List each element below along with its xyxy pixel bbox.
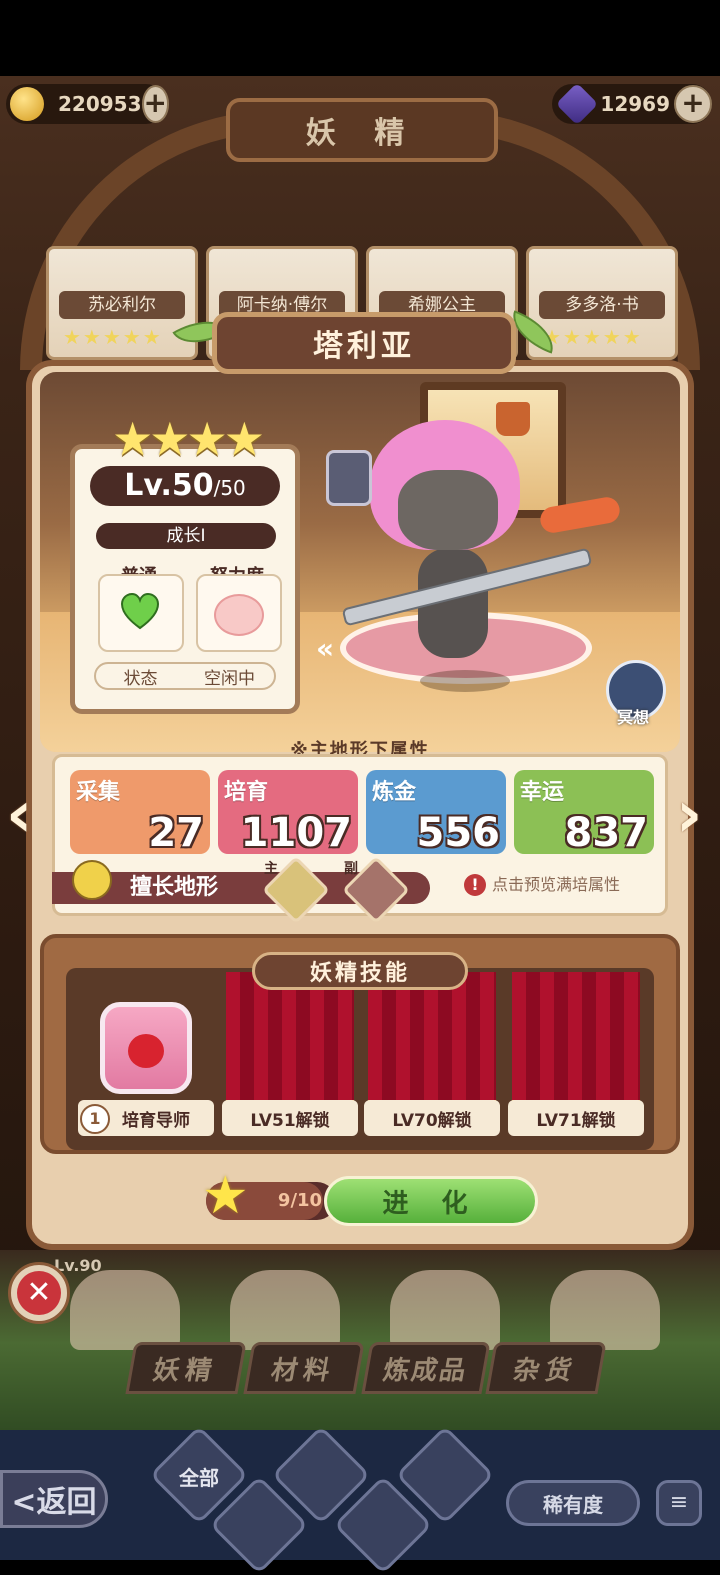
coin-counter: 220953 + — [6, 84, 169, 124]
evolve-button[interactable]: 进 化 — [324, 1176, 538, 1226]
attr-name: 采集 — [76, 780, 121, 805]
skills-title: 妖精技能 — [252, 952, 468, 990]
locked-skill-curtain — [368, 972, 496, 1108]
terrain-label: 擅长地形 — [130, 875, 219, 900]
skill-label-text: 培育导师 — [122, 1110, 190, 1131]
tab-fairy[interactable]: 妖精 — [125, 1342, 247, 1394]
attr-name: 幸运 — [520, 780, 565, 805]
close-icon: ✕ — [17, 1271, 61, 1315]
attr-value: 27 — [148, 810, 204, 854]
level-value: Lv.50 — [124, 468, 214, 503]
effort-face-icon — [214, 594, 264, 636]
add-coins-button[interactable]: + — [141, 85, 169, 123]
gem-icon — [555, 82, 599, 126]
next-fairy-button[interactable]: › — [676, 782, 716, 852]
meditate-label: 冥想 — [616, 708, 649, 727]
attr-name: 炼金 — [372, 780, 417, 805]
skill-label: LV70解锁 — [364, 1100, 500, 1136]
tab-products[interactable]: 炼成品 — [361, 1342, 491, 1394]
growth-tag: 成长I — [96, 523, 276, 549]
attr-alchemy: 炼金 556 — [366, 770, 506, 854]
preview-max-attributes-link[interactable]: 点击预览满培属性 — [492, 872, 620, 898]
star-icon: ★ — [202, 1166, 249, 1226]
attr-luck: 幸运 837 — [514, 770, 654, 854]
fairy-portrait[interactable] — [390, 1270, 500, 1350]
attr-nurture: 培育 1107 — [218, 770, 358, 854]
roster-card[interactable]: 苏必利尔 ★★★★★ — [46, 246, 198, 360]
page-title: 妖 精 — [226, 98, 498, 162]
attr-gather: 采集 27 — [70, 770, 210, 854]
fairy-portrait[interactable] — [550, 1270, 660, 1350]
rarity-sort-button[interactable]: 稀有度 — [506, 1480, 640, 1526]
fairy-character-face — [398, 470, 498, 550]
attr-name: 培育 — [224, 780, 269, 805]
heart-icon — [120, 592, 160, 630]
collapse-arrow-icon[interactable]: « — [316, 632, 346, 665]
roster-card-stars: ★★★★★ — [543, 325, 643, 349]
level-max: /50 — [213, 476, 246, 500]
tomato-icon — [128, 1034, 164, 1068]
roster-card-name: 苏必利尔 — [59, 291, 185, 319]
gem-amount: 12969 — [600, 92, 670, 116]
coin-icon — [10, 87, 44, 121]
tab-groceries[interactable]: 杂货 — [485, 1342, 607, 1394]
tab-materials[interactable]: 材料 — [243, 1342, 365, 1394]
gem-counter: 12969 + — [552, 82, 712, 126]
attr-value: 556 — [416, 810, 501, 854]
fairy-portrait[interactable] — [70, 1270, 180, 1350]
fairy-name-banner: 塔利亚 — [212, 312, 516, 374]
skill-level-badge: 1 — [80, 1104, 110, 1134]
attr-value: 837 — [564, 810, 649, 854]
prev-fairy-button[interactable]: ‹ — [6, 782, 46, 852]
character-shadow — [420, 670, 510, 692]
skill-label: LV51解锁 — [222, 1100, 358, 1136]
state-bar: 状态 空闲中 — [94, 662, 276, 690]
bulb-icon — [72, 860, 112, 900]
state-label: 状态 — [123, 668, 158, 689]
locked-skill-curtain — [512, 972, 640, 1108]
skill-label: LV71解锁 — [508, 1100, 644, 1136]
level-bar: Lv.50 /50 — [90, 466, 280, 506]
add-gems-button[interactable]: + — [674, 85, 712, 123]
state-value: 空闲中 — [204, 668, 255, 689]
info-alert-icon[interactable]: ! — [464, 874, 486, 896]
attr-value: 1107 — [240, 810, 352, 854]
lock-icon[interactable] — [326, 450, 372, 506]
filter-all-label: 全部 — [179, 1466, 219, 1490]
back-button[interactable]: <返回 — [0, 1470, 108, 1528]
roster-card-stars: ★★★★★ — [63, 325, 163, 349]
plant-pot-icon — [496, 402, 530, 436]
fairy-portrait[interactable] — [230, 1270, 340, 1350]
roster-card-name: 多多洛·书 — [539, 291, 665, 319]
close-button[interactable]: ✕ — [8, 1262, 70, 1324]
sort-icon[interactable]: ≡ — [656, 1480, 702, 1526]
locked-skill-curtain — [226, 972, 354, 1108]
rarity-stars: ★★★★ — [112, 412, 265, 466]
coin-amount: 220953 — [58, 92, 142, 116]
